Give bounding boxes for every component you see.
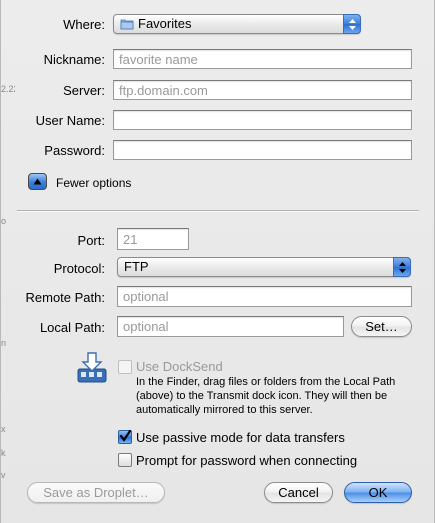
new-favorite-sheet: 2.226 o n x k v Where: Favorites Nicknam… bbox=[0, 0, 435, 523]
save-as-droplet-button[interactable]: Save as Droplet… bbox=[27, 482, 165, 503]
folder-icon bbox=[120, 17, 134, 35]
background-text: n bbox=[1, 338, 7, 348]
username-label: User Name: bbox=[35, 113, 105, 128]
where-label: Where: bbox=[63, 17, 105, 32]
background-text: v bbox=[1, 470, 6, 480]
port-label: Port: bbox=[77, 233, 105, 248]
docksend-label: Use DockSend bbox=[136, 359, 223, 374]
remote-path-label: Remote Path: bbox=[25, 290, 106, 305]
section-divider bbox=[17, 210, 419, 212]
checkmark-icon bbox=[119, 429, 132, 442]
nickname-field[interactable]: favorite name bbox=[113, 49, 412, 69]
set-local-path-button[interactable]: Set… bbox=[351, 316, 412, 337]
remote-path-field[interactable]: optional bbox=[117, 286, 412, 307]
docksend-help-text: In the Finder, drag files or folders fro… bbox=[136, 376, 396, 416]
password-field[interactable] bbox=[113, 140, 412, 160]
protocol-popup[interactable]: FTP bbox=[117, 257, 411, 277]
docksend-checkbox[interactable] bbox=[118, 360, 132, 374]
background-text: x bbox=[1, 424, 6, 434]
protocol-label: Protocol: bbox=[53, 261, 105, 276]
nickname-label: Nickname: bbox=[43, 52, 105, 67]
popup-arrows-icon bbox=[393, 257, 411, 277]
where-value: Favorites bbox=[138, 16, 192, 31]
server-label: Server: bbox=[63, 83, 105, 98]
server-field[interactable]: ftp.domain.com bbox=[113, 80, 412, 100]
popup-arrows-icon bbox=[343, 14, 361, 34]
docksend-icon bbox=[77, 352, 107, 384]
cancel-button[interactable]: Cancel bbox=[264, 482, 333, 503]
passive-mode-label: Use passive mode for data transfers bbox=[136, 430, 345, 445]
disclosure-triangle-up-icon[interactable] bbox=[28, 173, 47, 190]
background-text: o bbox=[1, 216, 7, 226]
local-path-field[interactable]: optional bbox=[117, 316, 344, 337]
passive-mode-checkbox[interactable] bbox=[118, 429, 132, 444]
username-field[interactable] bbox=[113, 110, 412, 130]
local-path-label: Local Path: bbox=[39, 320, 105, 335]
fewer-options-label[interactable]: Fewer options bbox=[56, 176, 131, 190]
ok-button[interactable]: OK bbox=[344, 482, 412, 503]
prompt-password-label: Prompt for password when connecting bbox=[136, 453, 358, 468]
password-label: Password: bbox=[44, 143, 105, 158]
where-popup[interactable]: Favorites bbox=[113, 14, 361, 34]
prompt-password-checkbox[interactable] bbox=[118, 453, 132, 467]
protocol-value: FTP bbox=[124, 259, 149, 274]
port-field[interactable]: 21 bbox=[117, 228, 189, 250]
background-text: k bbox=[1, 448, 6, 458]
